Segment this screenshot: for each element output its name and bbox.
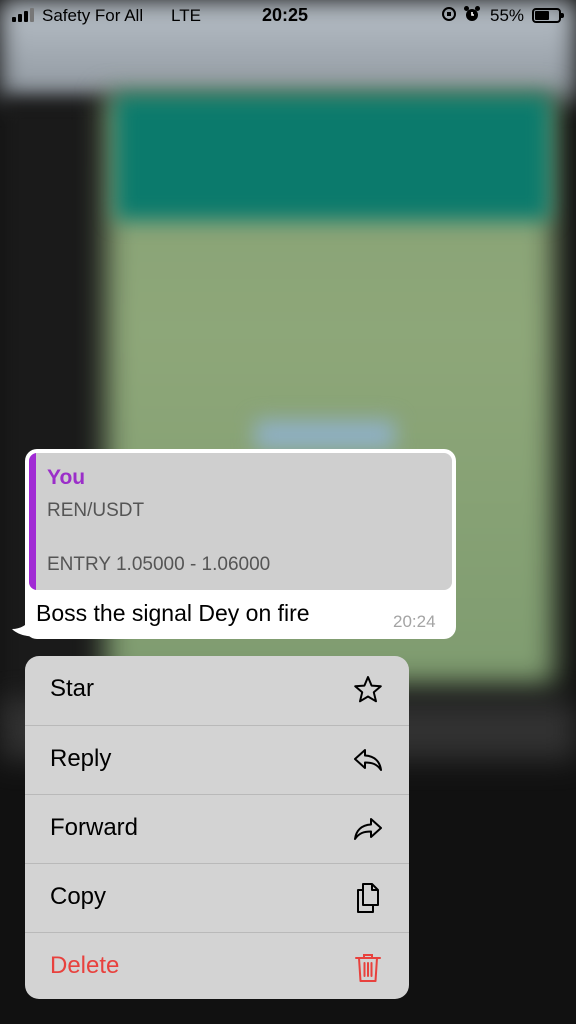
clock: 20:25 [262,5,309,25]
battery-icon [532,8,564,23]
quote-author: You [47,466,86,489]
status-bar: Safety For All LTE 20:25 55% [0,0,576,34]
network-type: LTE [171,6,201,25]
message-text: Boss the signal Dey on fire [36,600,310,626]
quote-text-line: REN/USDT [47,500,145,521]
star-icon [354,676,382,703]
reply-icon [354,749,382,771]
forward-icon [354,818,382,840]
menu-item-forward[interactable]: Forward [25,794,409,863]
menu-item-label: Star [50,675,95,702]
carrier-name: Safety For All [42,6,144,25]
message-context-menu: Star Reply Forward Copy Delete [25,656,409,999]
quote-text-line: ENTRY 1.05000 - 1.06000 [47,554,271,575]
menu-item-delete[interactable]: Delete [25,932,409,999]
message-timestamp: 20:24 [393,612,436,631]
quote-accent-bar [29,453,36,590]
signal-strength-icon [12,8,34,22]
menu-item-label: Copy [50,883,107,910]
menu-item-label: Delete [50,952,120,979]
orientation-lock-icon [442,7,456,21]
battery-percentage: 55% [490,6,525,25]
menu-item-label: Forward [50,814,139,841]
quoted-message[interactable]: You REN/USDT ENTRY 1.05000 - 1.06000 [29,453,452,590]
menu-item-star[interactable]: Star [25,656,409,725]
trash-icon [355,954,381,982]
copy-icon [357,883,379,913]
menu-item-reply[interactable]: Reply [25,725,409,794]
alarm-icon [464,6,480,21]
menu-item-copy[interactable]: Copy [25,863,409,932]
menu-item-label: Reply [50,745,112,772]
